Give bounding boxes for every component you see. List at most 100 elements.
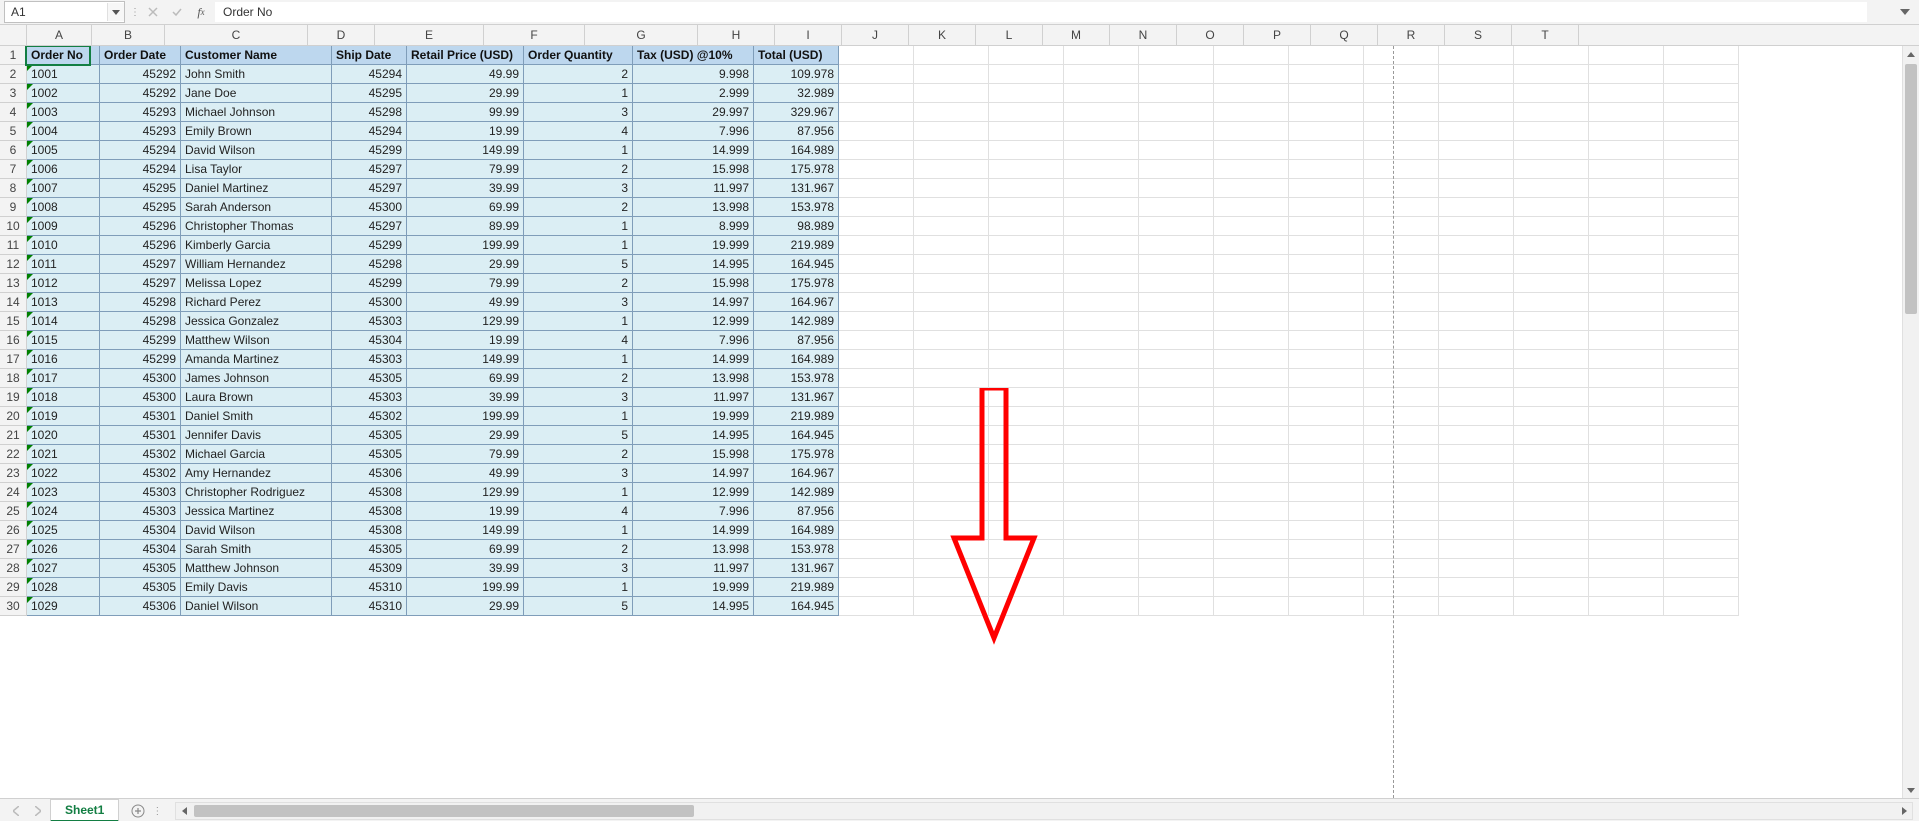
confirm-icon[interactable] (167, 2, 187, 22)
data-cell[interactable]: 199.99 (407, 578, 524, 597)
data-cell[interactable]: 69.99 (407, 369, 524, 388)
data-cell[interactable]: 3 (524, 464, 633, 483)
data-cell[interactable] (989, 160, 1064, 179)
data-cell[interactable]: 13.998 (633, 369, 754, 388)
data-cell[interactable] (839, 312, 914, 331)
data-cell[interactable] (1664, 331, 1739, 350)
data-cell[interactable] (1514, 274, 1589, 293)
column-header-T[interactable]: T (1512, 25, 1579, 45)
data-cell[interactable]: 15.998 (633, 160, 754, 179)
data-cell[interactable]: 45305 (332, 445, 407, 464)
data-cell[interactable]: 45299 (332, 141, 407, 160)
data-cell[interactable]: 19.99 (407, 502, 524, 521)
data-cell[interactable] (1139, 198, 1214, 217)
data-cell[interactable] (1589, 179, 1664, 198)
data-cell[interactable]: 149.99 (407, 521, 524, 540)
column-header-I[interactable]: I (775, 25, 842, 45)
data-cell[interactable] (1139, 84, 1214, 103)
data-cell[interactable]: 49.99 (407, 65, 524, 84)
column-header-M[interactable]: M (1043, 25, 1110, 45)
row-header[interactable]: 20 (0, 407, 27, 426)
data-cell[interactable] (914, 331, 989, 350)
data-cell[interactable] (989, 350, 1064, 369)
data-cell[interactable] (1289, 312, 1364, 331)
data-cell[interactable] (1364, 312, 1439, 331)
row-header[interactable]: 15 (0, 312, 27, 331)
header-cell-B[interactable]: Order Date (100, 46, 181, 65)
data-cell[interactable] (914, 198, 989, 217)
data-cell[interactable]: Richard Perez (181, 293, 332, 312)
data-cell[interactable] (1439, 274, 1514, 293)
data-cell[interactable]: 1 (524, 217, 633, 236)
data-cell[interactable] (1439, 540, 1514, 559)
data-cell[interactable]: 164.967 (754, 464, 839, 483)
data-cell[interactable] (1214, 578, 1289, 597)
data-cell[interactable] (1289, 160, 1364, 179)
data-cell[interactable] (1289, 198, 1364, 217)
data-cell[interactable]: 45296 (100, 217, 181, 236)
row-header[interactable]: 5 (0, 122, 27, 141)
data-cell[interactable] (1589, 521, 1664, 540)
data-cell[interactable] (989, 483, 1064, 502)
data-cell[interactable] (1589, 141, 1664, 160)
data-cell[interactable] (1289, 502, 1364, 521)
data-cell[interactable]: Christopher Rodriguez (181, 483, 332, 502)
data-cell[interactable] (914, 369, 989, 388)
data-cell[interactable] (989, 179, 1064, 198)
data-cell[interactable] (1364, 597, 1439, 616)
data-cell[interactable]: 2 (524, 160, 633, 179)
data-cell[interactable] (1514, 540, 1589, 559)
data-cell[interactable] (1214, 103, 1289, 122)
data-cell[interactable]: 14.999 (633, 521, 754, 540)
data-cell[interactable] (1439, 65, 1514, 84)
data-cell[interactable] (1289, 521, 1364, 540)
data-cell[interactable] (1214, 312, 1289, 331)
data-cell[interactable] (1439, 217, 1514, 236)
data-cell[interactable] (1439, 597, 1514, 616)
data-cell[interactable] (1064, 502, 1139, 521)
data-cell[interactable] (1064, 84, 1139, 103)
data-cell[interactable]: 79.99 (407, 274, 524, 293)
data-cell[interactable]: 1020 (27, 426, 100, 445)
data-cell[interactable]: 7.996 (633, 502, 754, 521)
data-cell[interactable]: David Wilson (181, 141, 332, 160)
data-cell[interactable] (839, 160, 914, 179)
data-cell[interactable]: 39.99 (407, 559, 524, 578)
data-cell[interactable] (914, 274, 989, 293)
data-cell[interactable] (1364, 369, 1439, 388)
data-cell[interactable] (839, 274, 914, 293)
data-cell[interactable]: 69.99 (407, 198, 524, 217)
data-cell[interactable]: 2 (524, 445, 633, 464)
data-cell[interactable]: 45292 (100, 84, 181, 103)
data-cell[interactable] (914, 502, 989, 521)
data-cell[interactable]: 45304 (100, 521, 181, 540)
row-header[interactable]: 13 (0, 274, 27, 293)
data-cell[interactable] (839, 122, 914, 141)
data-cell[interactable] (839, 597, 914, 616)
data-cell[interactable] (1364, 559, 1439, 578)
data-cell[interactable] (1664, 236, 1739, 255)
data-cell[interactable]: 89.99 (407, 217, 524, 236)
data-cell[interactable] (1139, 160, 1214, 179)
data-cell[interactable] (1589, 160, 1664, 179)
data-cell[interactable] (1439, 369, 1514, 388)
data-cell[interactable]: 14.995 (633, 255, 754, 274)
data-cell[interactable] (1514, 65, 1589, 84)
row-header[interactable]: 4 (0, 103, 27, 122)
column-header-H[interactable]: H (698, 25, 775, 45)
data-cell[interactable]: 45305 (332, 540, 407, 559)
row-header[interactable]: 8 (0, 179, 27, 198)
data-cell[interactable] (1289, 350, 1364, 369)
data-cell[interactable] (1064, 274, 1139, 293)
data-cell[interactable] (1439, 407, 1514, 426)
data-cell[interactable] (1289, 84, 1364, 103)
data-cell[interactable] (1064, 122, 1139, 141)
data-cell[interactable] (1589, 445, 1664, 464)
data-cell[interactable] (1439, 502, 1514, 521)
data-cell[interactable]: 1023 (27, 483, 100, 502)
data-cell[interactable]: 45301 (100, 426, 181, 445)
data-cell[interactable]: 45293 (100, 103, 181, 122)
data-cell[interactable]: 45310 (332, 578, 407, 597)
data-cell[interactable] (839, 407, 914, 426)
row-header[interactable]: 17 (0, 350, 27, 369)
